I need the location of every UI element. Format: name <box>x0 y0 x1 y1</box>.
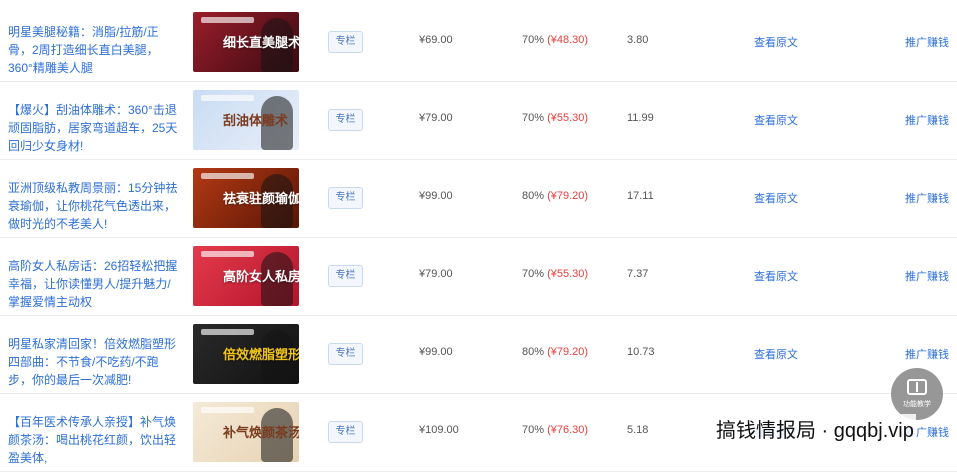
commission-amount: (¥76.30) <box>547 424 589 436</box>
price: ¥69.00 <box>419 34 453 46</box>
promote-earn-link[interactable]: 推广赚钱 <box>905 268 949 284</box>
thumbnail-banner <box>201 407 254 413</box>
tutorial-float-button[interactable]: 功能教学 <box>891 368 943 420</box>
view-original-link[interactable]: 查看原文 <box>754 190 798 206</box>
promote-earn-link[interactable]: 推广赚钱 <box>905 346 949 362</box>
table-row: 【爆火】刮油体雕术：360°击退顽固脂肪，居家弯道超车，25天回归少女身材! 刮油… <box>0 81 957 160</box>
price: ¥79.00 <box>419 112 453 124</box>
table-row: 明星私家清回家！倍效燃脂塑形四部曲：不节食/不吃药/不跑步，你的最后一次减肥! 倍… <box>0 315 957 394</box>
view-original-link[interactable]: 查看原文 <box>754 268 798 284</box>
column-tag: 专栏 <box>328 421 363 443</box>
price: ¥99.00 <box>419 346 453 358</box>
thumbnail-caption: 补气焕颜茶汤 <box>223 426 299 441</box>
tutorial-label: 功能教学 <box>903 401 931 408</box>
commission-rate: 80% (¥79.20) <box>522 190 588 202</box>
course-thumbnail[interactable]: 祛衰驻颜瑜伽 <box>193 168 299 228</box>
commission-amount: (¥79.20) <box>547 346 589 358</box>
course-title-link[interactable]: 高阶女人私房话：26招轻松把握幸福，让你读懂男人/提升魅力/掌握爱情主动权 <box>8 257 180 311</box>
view-original-link[interactable]: 查看原文 <box>754 34 798 50</box>
commission-amount: (¥55.30) <box>547 112 589 124</box>
column-tag: 专栏 <box>328 187 363 209</box>
column-tag: 专栏 <box>328 31 363 53</box>
view-original-link[interactable]: 查看原文 <box>754 112 798 128</box>
promote-earn-link[interactable]: 推广赚钱 <box>905 112 949 128</box>
course-thumbnail[interactable]: 补气焕颜茶汤 <box>193 402 299 462</box>
sales-value: 7.37 <box>627 268 649 280</box>
column-tag: 专栏 <box>328 343 363 365</box>
commission-rate: 70% (¥55.30) <box>522 112 588 124</box>
thumbnail-caption: 刮油体雕术 <box>223 114 289 129</box>
thumbnail-caption: 祛衰驻颜瑜伽 <box>223 192 299 207</box>
rate-percent: 80% <box>522 190 545 202</box>
rate-percent: 70% <box>522 268 545 280</box>
column-tag: 专栏 <box>328 109 363 131</box>
course-thumbnail[interactable]: 倍效燃脂塑形四部曲 <box>193 324 299 384</box>
commission-rate: 80% (¥79.20) <box>522 346 588 358</box>
column-tag: 专栏 <box>328 265 363 287</box>
thumbnail-banner <box>201 251 254 257</box>
sales-value: 11.99 <box>627 112 654 124</box>
commission-rate: 70% (¥55.30) <box>522 268 588 280</box>
thumbnail-caption: 高阶女人私房话 <box>223 270 299 285</box>
watermark-text: 搞钱情报局 · gqqbj.vip <box>714 414 916 443</box>
price: ¥99.00 <box>419 190 453 202</box>
course-title-link[interactable]: 【爆火】刮油体雕术：360°击退顽固脂肪，居家弯道超车，25天回归少女身材! <box>8 101 180 155</box>
sales-value: 10.73 <box>627 346 655 358</box>
commission-rate: 70% (¥48.30) <box>522 34 588 46</box>
view-original-link[interactable]: 查看原文 <box>754 346 798 362</box>
thumbnail-banner <box>201 329 254 335</box>
course-thumbnail[interactable]: 细长直美腿术 <box>193 12 299 72</box>
sales-value: 5.18 <box>627 424 649 436</box>
promote-earn-link[interactable]: 推广赚钱 <box>905 190 949 206</box>
promote-earn-link[interactable]: 推广赚钱 <box>905 34 949 50</box>
course-thumbnail[interactable]: 刮油体雕术 <box>193 90 299 150</box>
sales-value: 17.11 <box>627 190 654 202</box>
thumbnail-caption: 细长直美腿术 <box>223 36 299 51</box>
sales-value: 3.80 <box>627 34 649 46</box>
rate-percent: 80% <box>522 346 545 358</box>
commission-rate: 70% (¥76.30) <box>522 424 588 436</box>
thumbnail-caption: 倍效燃脂塑形四部曲 <box>223 348 299 363</box>
commission-amount: (¥55.30) <box>547 268 589 280</box>
thumbnail-banner <box>201 95 254 101</box>
commission-amount: (¥48.30) <box>547 34 589 46</box>
table-row: 明星美腿秘籍：消脂/拉筋/正骨，2周打造细长直白美腿，360°精雕美人腿 细长直美… <box>0 3 957 82</box>
price: ¥79.00 <box>419 268 453 280</box>
book-icon <box>907 379 927 395</box>
rate-percent: 70% <box>522 112 545 124</box>
commission-amount: (¥79.20) <box>547 190 589 202</box>
price: ¥109.00 <box>419 424 459 436</box>
rate-percent: 70% <box>522 424 545 436</box>
course-title-link[interactable]: 明星私家清回家！倍效燃脂塑形四部曲：不节食/不吃药/不跑步，你的最后一次减肥! <box>8 335 180 389</box>
rate-percent: 70% <box>522 34 545 46</box>
thumbnail-banner <box>201 173 254 179</box>
course-title-link[interactable]: 明星美腿秘籍：消脂/拉筋/正骨，2周打造细长直白美腿，360°精雕美人腿 <box>8 23 180 77</box>
table-row: 高阶女人私房话：26招轻松把握幸福，让你读懂男人/提升魅力/掌握爱情主动权 高阶女… <box>0 237 957 316</box>
course-thumbnail[interactable]: 高阶女人私房话 <box>193 246 299 306</box>
table-row: 亚洲顶级私教周景丽：15分钟祛衰瑜伽，让你桃花气色透出来，做时光的不老美人! 祛衰… <box>0 159 957 238</box>
course-title-link[interactable]: 【百年医术传承人亲授】补气焕颜茶汤：喝出桃花红颜，饮出轻盈美体, <box>8 413 180 467</box>
thumbnail-banner <box>201 17 254 23</box>
course-title-link[interactable]: 亚洲顶级私教周景丽：15分钟祛衰瑜伽，让你桃花气色透出来，做时光的不老美人! <box>8 179 180 233</box>
